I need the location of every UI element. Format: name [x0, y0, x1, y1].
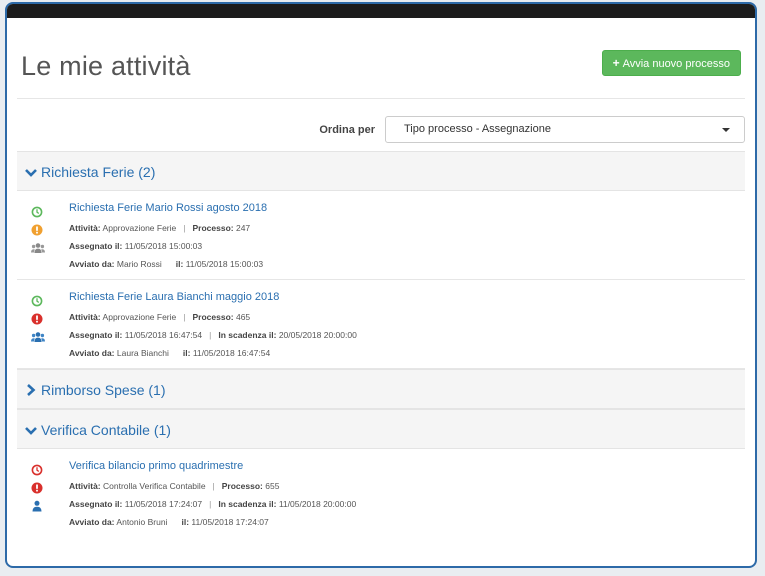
task-activity-line: Attività: Controlla Verifica Contabile | P… — [69, 481, 280, 491]
user-blue-icon — [31, 499, 45, 517]
new-process-button[interactable]: + Avvia nuovo processo — [601, 50, 741, 76]
task-assigned-line: Assegnato il: 11/05/2018 16:47:54 | In sca… — [69, 330, 357, 340]
group-title: Verifica Contabile (1) — [41, 422, 171, 438]
task-title-link[interactable]: Richiesta Ferie Mario Rossi agosto 2018 — [69, 202, 735, 219]
task-item: Verifica bilancio primo quadrimestre Att… — [17, 449, 745, 538]
clock-green-icon — [31, 294, 45, 312]
alert-red-icon — [31, 481, 45, 499]
sort-label: Ordina per — [319, 124, 375, 136]
group-gray-icon — [31, 241, 45, 259]
group-title: Rimborso Spese (1) — [41, 382, 166, 398]
group-header-verifica-contabile[interactable]: Verifica Contabile (1) — [17, 409, 745, 449]
clock-green-icon — [31, 205, 45, 223]
group-header-richiesta-ferie[interactable]: Richiesta Ferie (2) — [17, 151, 745, 191]
chevron-down-icon — [25, 153, 37, 193]
app-window: Le mie attività + Avvia nuovo processo Or… — [5, 2, 757, 568]
group-blue-icon — [31, 330, 45, 348]
task-title-link[interactable]: Richiesta Ferie Laura Bianchi maggio 201… — [69, 291, 735, 308]
page-title: Le mie attività — [21, 51, 191, 81]
chevron-right-icon — [25, 371, 37, 411]
task-started-line: Avviato da: Antonio Bruni il: 11/05/2018 … — [69, 517, 269, 527]
task-started-line: Avviato da: Laura Bianchi il: 11/05/2018 … — [69, 348, 271, 358]
task-activity-line: Attività: Approvazione Ferie | Processo: 4… — [69, 312, 251, 322]
warning-orange-icon — [31, 223, 45, 241]
sort-select[interactable]: Tipo processo - Assegnazione — [385, 116, 745, 143]
alert-red-icon — [31, 312, 45, 330]
task-assigned-line: Assegnato il: 11/05/2018 17:24:07 | In sca… — [69, 499, 357, 509]
new-process-label: Avvia nuovo processo — [622, 58, 730, 70]
sort-select-value: Tipo processo - Assegnazione — [404, 123, 551, 135]
group-title: Richiesta Ferie (2) — [41, 164, 156, 180]
task-item: Richiesta Ferie Laura Bianchi maggio 201… — [17, 280, 745, 369]
task-activity-line: Attività: Approvazione Ferie | Processo: 2… — [69, 223, 251, 233]
top-bar — [7, 4, 755, 18]
task-assigned-line: Assegnato il: 11/05/2018 15:00:03 — [69, 241, 203, 251]
task-title-link[interactable]: Verifica bilancio primo quadrimestre — [69, 460, 735, 477]
group-header-rimborso-spese[interactable]: Rimborso Spese (1) — [17, 369, 745, 409]
caret-down-icon — [722, 128, 730, 132]
page-header: Le mie attività + Avvia nuovo processo — [17, 18, 745, 99]
sort-bar: Ordina per Tipo processo - Assegnazione — [17, 99, 745, 151]
task-started-line: Avviato da: Mario Rossi il: 11/05/2018 15… — [69, 259, 264, 269]
plus-icon: + — [612, 56, 620, 70]
clock-red-icon — [31, 463, 45, 481]
task-item: Richiesta Ferie Mario Rossi agosto 2018 … — [17, 191, 745, 280]
chevron-down-icon — [25, 411, 37, 451]
